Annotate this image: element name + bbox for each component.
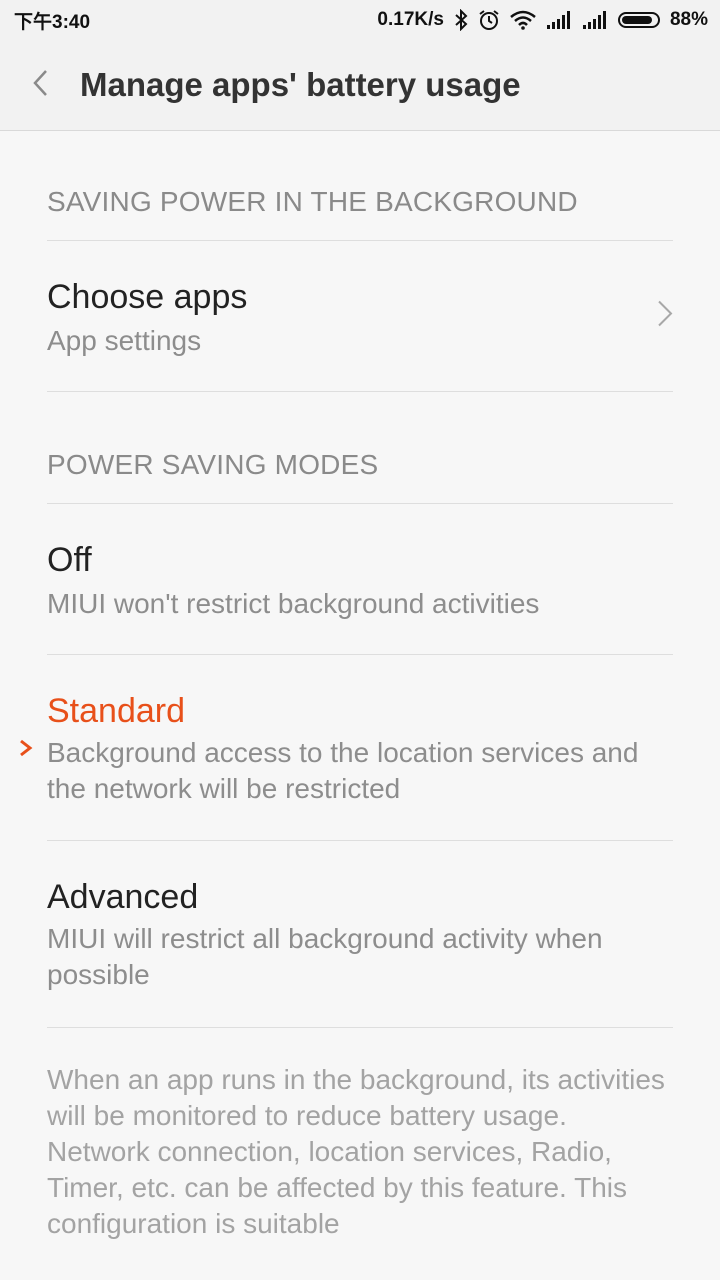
selected-indicator-icon (19, 739, 33, 762)
mode-off-item[interactable]: Off MIUI won't restrict background activ… (47, 504, 673, 655)
page-title: Manage apps' battery usage (80, 66, 521, 103)
item-subtitle: Background access to the location servic… (47, 737, 639, 804)
status-time: 下午3:40 (14, 11, 91, 33)
item-title: Standard (47, 692, 185, 730)
alarm-icon (478, 9, 500, 31)
item-subtitle: MIUI will restrict all background activi… (47, 923, 603, 990)
item-subtitle: App settings (47, 325, 202, 356)
back-button[interactable] (0, 40, 80, 130)
item-title: Advanced (47, 878, 199, 916)
battery-percent: 88% (669, 9, 708, 30)
wifi-icon (510, 10, 536, 30)
mode-advanced-item[interactable]: Advanced MIUI will restrict all backgrou… (47, 841, 673, 1028)
item-title: Off (47, 541, 92, 579)
chevron-right-icon (657, 300, 673, 333)
section-header-background: SAVING POWER IN THE BACKGROUND (47, 131, 673, 241)
status-bar: 下午3:40 0.17K/s 88% (0, 0, 720, 40)
choose-apps-item[interactable]: Choose apps App settings (47, 241, 673, 392)
back-chevron-icon (31, 68, 49, 103)
status-icons: 0.17K/s 88% (377, 9, 708, 31)
bluetooth-icon (454, 9, 468, 31)
item-title: Choose apps (47, 278, 248, 316)
signal-icon (582, 11, 608, 29)
section-header-modes: POWER SAVING MODES (47, 392, 673, 504)
mode-standard-item[interactable]: Standard Background access to the locati… (20, 655, 673, 841)
battery-level-fill (621, 16, 652, 24)
item-subtitle: MIUI won't restrict background activitie… (47, 588, 540, 619)
signal-icon (546, 11, 572, 29)
settings-list: SAVING POWER IN THE BACKGROUND Choose ap… (0, 131, 720, 1242)
network-speed: 0.17K/s (377, 9, 444, 30)
footer-description: When an app runs in the background, its … (47, 1064, 665, 1239)
app-header: Manage apps' battery usage (0, 40, 720, 131)
battery-icon (617, 12, 660, 28)
